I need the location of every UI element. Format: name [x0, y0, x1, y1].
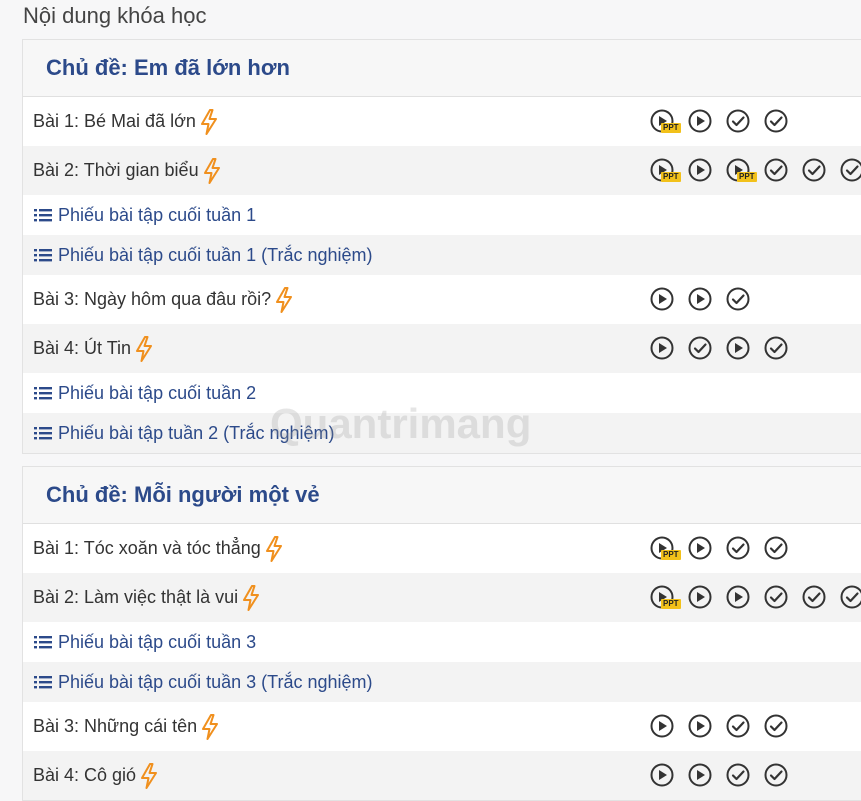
lesson-actions: PPTPPT [649, 157, 861, 185]
lesson-actions: PPT [649, 108, 791, 136]
play-circle-icon[interactable] [649, 713, 677, 741]
check-circle-icon[interactable] [763, 157, 791, 185]
lesson-title[interactable]: Bài 1: Tóc xoăn và tóc thẳng [33, 538, 261, 559]
play-circle-icon[interactable] [649, 286, 677, 314]
lesson-row: Bài 1: Tóc xoăn và tóc thẳng PPT [23, 524, 861, 573]
lesson-row: Bài 4: Út Tin [23, 324, 861, 373]
topic-title[interactable]: Chủ đề: Em đã lớn hơn [23, 40, 861, 97]
worksheet-link[interactable]: Phiếu bài tập cuối tuần 3 [58, 632, 256, 653]
check-circle-icon[interactable] [763, 108, 791, 136]
check-circle-icon[interactable] [687, 335, 715, 363]
play-circle-icon[interactable] [725, 335, 753, 363]
worksheet-link-row[interactable]: Phiếu bài tập cuối tuần 2 [23, 373, 861, 413]
list-icon [33, 425, 53, 441]
page-title: Nội dung khóa học [23, 3, 206, 29]
worksheet-link[interactable]: Phiếu bài tập cuối tuần 1 [58, 205, 256, 226]
play-circle-icon[interactable] [687, 584, 715, 612]
ppt-badge: PPT [737, 172, 757, 182]
worksheet-link-row[interactable]: Phiếu bài tập cuối tuần 1 [23, 195, 861, 235]
play-ppt-icon[interactable]: PPT [649, 157, 677, 185]
lesson-actions [649, 713, 791, 741]
lesson-row: Bài 3: Ngày hôm qua đâu rồi? [23, 275, 861, 324]
check-circle-icon[interactable] [839, 584, 861, 612]
play-ppt-icon[interactable]: PPT [725, 157, 753, 185]
lightning-icon [202, 158, 222, 184]
list-icon [33, 247, 53, 263]
check-circle-icon[interactable] [763, 713, 791, 741]
check-circle-icon[interactable] [725, 535, 753, 563]
play-circle-icon[interactable] [687, 535, 715, 563]
worksheet-link[interactable]: Phiếu bài tập tuần 2 (Trắc nghiệm) [58, 423, 335, 444]
lesson-row: Bài 1: Bé Mai đã lớn PPT [23, 97, 861, 146]
lightning-icon [199, 109, 219, 135]
worksheet-link-row[interactable]: Phiếu bài tập cuối tuần 1 (Trắc nghiệm) [23, 235, 861, 275]
play-ppt-icon[interactable]: PPT [649, 535, 677, 563]
lesson-actions [649, 286, 753, 314]
lesson-row: Bài 2: Thời gian biểuPPTPPT [23, 146, 861, 195]
lesson-actions [649, 762, 791, 790]
lesson-actions: PPT [649, 584, 861, 612]
lightning-icon [200, 714, 220, 740]
worksheet-link-row[interactable]: Phiếu bài tập cuối tuần 3 [23, 622, 861, 662]
lesson-actions: PPT [649, 535, 791, 563]
play-circle-icon[interactable] [687, 157, 715, 185]
topic-title[interactable]: Chủ đề: Mỗi người một vẻ [23, 467, 861, 524]
worksheet-link[interactable]: Phiếu bài tập cuối tuần 1 (Trắc nghiệm) [58, 245, 373, 266]
play-circle-icon[interactable] [687, 762, 715, 790]
lightning-icon [264, 536, 284, 562]
check-circle-icon[interactable] [725, 286, 753, 314]
worksheet-link-row[interactable]: Phiếu bài tập cuối tuần 3 (Trắc nghiệm) [23, 662, 861, 702]
lesson-title[interactable]: Bài 3: Những cái tên [33, 716, 197, 737]
worksheet-link-row[interactable]: Phiếu bài tập tuần 2 (Trắc nghiệm) [23, 413, 861, 453]
ppt-badge: PPT [661, 599, 681, 609]
lightning-icon [241, 585, 261, 611]
check-circle-icon[interactable] [725, 762, 753, 790]
play-circle-icon[interactable] [687, 713, 715, 741]
ppt-badge: PPT [661, 123, 681, 133]
lesson-title[interactable]: Bài 1: Bé Mai đã lớn [33, 111, 196, 132]
check-circle-icon[interactable] [763, 335, 791, 363]
play-ppt-icon[interactable]: PPT [649, 584, 677, 612]
play-circle-icon[interactable] [687, 108, 715, 136]
ppt-badge: PPT [661, 172, 681, 182]
lesson-title[interactable]: Bài 4: Út Tin [33, 338, 131, 359]
topic-section: Chủ đề: Mỗi người một vẻ Bài 1: Tóc xoăn… [22, 466, 861, 801]
check-circle-icon[interactable] [725, 713, 753, 741]
lesson-row: Bài 4: Cô gió [23, 751, 861, 800]
lesson-title[interactable]: Bài 3: Ngày hôm qua đâu rồi? [33, 289, 271, 310]
lightning-icon [274, 287, 294, 313]
lesson-title[interactable]: Bài 2: Thời gian biểu [33, 160, 199, 181]
check-circle-icon[interactable] [763, 762, 791, 790]
lesson-actions [649, 335, 791, 363]
list-icon [33, 207, 53, 223]
worksheet-link[interactable]: Phiếu bài tập cuối tuần 2 [58, 383, 256, 404]
ppt-badge: PPT [661, 550, 681, 560]
check-circle-icon[interactable] [801, 584, 829, 612]
play-circle-icon[interactable] [725, 584, 753, 612]
check-circle-icon[interactable] [763, 584, 791, 612]
check-circle-icon[interactable] [725, 108, 753, 136]
lesson-title[interactable]: Bài 4: Cô gió [33, 765, 136, 786]
play-circle-icon[interactable] [687, 286, 715, 314]
worksheet-link[interactable]: Phiếu bài tập cuối tuần 3 (Trắc nghiệm) [58, 672, 373, 693]
check-circle-icon[interactable] [801, 157, 829, 185]
play-circle-icon[interactable] [649, 335, 677, 363]
lesson-title[interactable]: Bài 2: Làm việc thật là vui [33, 587, 238, 608]
lesson-row: Bài 3: Những cái tên [23, 702, 861, 751]
check-circle-icon[interactable] [839, 157, 861, 185]
topic-rows: Bài 1: Tóc xoăn và tóc thẳngPPTBài 2: Là… [23, 524, 861, 800]
lightning-icon [134, 336, 154, 362]
lesson-row: Bài 2: Làm việc thật là vui PPT [23, 573, 861, 622]
play-circle-icon[interactable] [649, 762, 677, 790]
list-icon [33, 385, 53, 401]
list-icon [33, 634, 53, 650]
play-ppt-icon[interactable]: PPT [649, 108, 677, 136]
check-circle-icon[interactable] [763, 535, 791, 563]
list-icon [33, 674, 53, 690]
topic-rows: Bài 1: Bé Mai đã lớn PPT Bài 2: Thời gian … [23, 97, 861, 453]
lightning-icon [139, 763, 159, 789]
topic-section: Chủ đề: Em đã lớn hơn Bài 1: Bé Mai đã l… [22, 39, 861, 454]
